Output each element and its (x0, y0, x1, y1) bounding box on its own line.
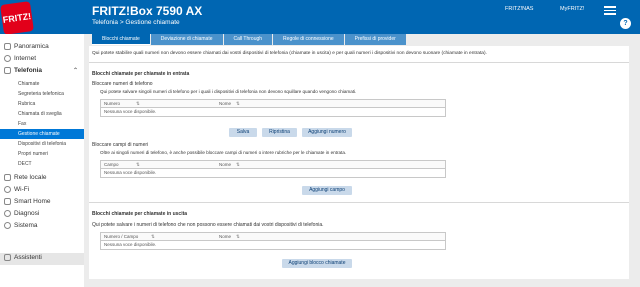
sort-icon[interactable]: ⇅ (151, 234, 155, 240)
sidebar-item-label: Panoramica (14, 43, 49, 50)
sidebar-item-wifi[interactable]: Wi-Fi (0, 185, 84, 195)
tab-bar: Blocchi chiamate Deviazione di chiamate … (92, 34, 407, 45)
outgoing-desc: Qui potete salvare i numeri di telefono … (92, 222, 324, 228)
column-header-campo[interactable]: Campo (104, 162, 119, 167)
wifi-icon (4, 186, 11, 193)
sidebar-item-label: Telefonia (14, 67, 43, 74)
sort-icon[interactable]: ⇅ (236, 101, 240, 107)
column-header-nome[interactable]: Nome (219, 162, 231, 167)
add-call-block-button[interactable]: Aggiungi blocco chiamate (282, 259, 352, 268)
column-header-nome[interactable]: Nome (219, 234, 231, 239)
phone-block-desc: Qui potete salvare singoli numeri di tel… (100, 89, 357, 94)
top-bar: FRITZ! FRITZ!Box 7590 AX FRITZ!NAS MyFRI… (0, 0, 640, 35)
globe-icon (4, 55, 11, 62)
wizard-icon (4, 254, 11, 261)
tab-call-through[interactable]: Call Through (223, 34, 273, 45)
sidebar-item-label: Smart Home (14, 198, 51, 205)
phone-block-subtitle: Bloccare numeri di telefono (92, 81, 153, 87)
tab-provider-prefixes[interactable]: Prefissi di provider (344, 34, 406, 45)
main-content: Qui potete stabilire quali numeri non de… (89, 46, 629, 279)
network-icon (4, 174, 11, 181)
sort-icon[interactable]: ⇅ (136, 101, 140, 107)
fritz-logo[interactable]: FRITZ! (0, 1, 34, 35)
sidebar-sub-sveglia[interactable]: Chiamata di sveglia (0, 109, 84, 119)
product-title: FRITZ!Box 7590 AX (92, 4, 203, 18)
sidebar-item-internet[interactable]: Internet (0, 54, 84, 64)
tab-call-forwarding[interactable]: Deviazione di chiamate (150, 34, 223, 45)
chevron-up-icon: ⌃ (73, 68, 79, 74)
column-header-numero[interactable]: Numero (104, 101, 120, 106)
sidebar-sub-chiamate[interactable]: Chiamate (0, 79, 84, 89)
sidebar-item-panoramica[interactable]: Panoramica (0, 42, 84, 52)
sidebar-sub-dect[interactable]: DECT (0, 159, 84, 169)
add-number-button[interactable]: Aggiungi numero (302, 128, 352, 137)
table-empty-row: Nessuna voce disponibile. (104, 109, 157, 114)
intro-text: Qui potete stabilire quali numeri non de… (92, 51, 487, 56)
sidebar-item-label: Internet (14, 55, 37, 62)
sidebar-item-diagnosi[interactable]: Diagnosi (0, 209, 84, 219)
sidebar-item-assistenti[interactable]: Assistenti (0, 253, 84, 265)
sidebar-item-label: Wi-Fi (14, 186, 30, 193)
phone-icon (4, 67, 11, 74)
divider (89, 62, 629, 63)
tab-dialing-rules[interactable]: Regole di connessione (273, 34, 344, 45)
outgoing-table: Numero / Campo ⇅ Nome ⇅ Nessuna voce dis… (100, 232, 446, 250)
sort-icon[interactable]: ⇅ (136, 162, 140, 168)
outgoing-section-title: Blocchi chiamate per chiamate in uscita (92, 211, 188, 217)
help-icon[interactable]: ? (620, 18, 631, 29)
table-header: Numero ⇅ Nome ⇅ (101, 100, 445, 108)
phone-block-table: Numero ⇅ Nome ⇅ Nessuna voce disponibile… (100, 99, 446, 117)
menu-icon[interactable] (604, 4, 616, 15)
sidebar-item-label: Rete locale (14, 174, 47, 181)
sidebar-sub-segreteria[interactable]: Segreteria telefonica (0, 89, 84, 99)
table-header: Campo ⇅ Nome ⇅ (101, 161, 445, 169)
smart-home-icon (4, 198, 11, 205)
myfritz-link[interactable]: MyFRITZ! (560, 6, 584, 12)
sidebar-sub-gestione-chiamate[interactable]: Gestione chiamate (0, 129, 84, 139)
sidebar-sub-dispositivi[interactable]: Dispositivi di telefonia (0, 139, 84, 149)
divider (89, 202, 629, 203)
sidebar-item-sistema[interactable]: Sistema (0, 221, 84, 231)
column-header-numero-campo[interactable]: Numero / Campo (104, 234, 138, 239)
field-block-table: Campo ⇅ Nome ⇅ Nessuna voce disponibile. (100, 160, 446, 178)
field-block-desc: Oltre ai singoli numeri di telefono, è a… (100, 150, 347, 155)
incoming-section-title: Blocchi chiamate per chiamate in entrata (92, 71, 190, 77)
tab-call-blocks[interactable]: Blocchi chiamate (92, 34, 150, 45)
add-field-button[interactable]: Aggiungi campo (302, 186, 352, 195)
field-block-subtitle: Bloccare campi di numeri (92, 142, 149, 148)
sort-icon[interactable]: ⇅ (236, 234, 240, 240)
save-button[interactable]: Salva (229, 128, 257, 137)
breadcrumb: Telefonia > Gestione chiamate (92, 19, 180, 26)
sidebar-item-rete-locale[interactable]: Rete locale (0, 173, 84, 183)
table-empty-row: Nessuna voce disponibile. (104, 170, 157, 175)
column-header-nome[interactable]: Nome (219, 101, 231, 106)
sidebar-item-label: Sistema (14, 222, 38, 229)
table-header: Numero / Campo ⇅ Nome ⇅ (101, 233, 445, 241)
home-icon (4, 43, 11, 50)
sidebar-sub-propri-numeri[interactable]: Propri numeri (0, 149, 84, 159)
sidebar-item-telefonia[interactable]: Telefonia ⌃ (0, 66, 84, 76)
sidebar-sub-fax[interactable]: Fax (0, 119, 84, 129)
sidebar-sub-rubrica[interactable]: Rubrica (0, 99, 84, 109)
sidebar-item-smart-home[interactable]: Smart Home (0, 197, 84, 207)
sidebar: Panoramica Internet Telefonia ⌃ Chiamate… (0, 34, 84, 287)
diagnosis-icon (4, 210, 11, 217)
system-icon (4, 222, 11, 229)
sort-icon[interactable]: ⇅ (236, 162, 240, 168)
table-empty-row: Nessuna voce disponibile. (104, 242, 157, 247)
reset-button[interactable]: Ripristina (262, 128, 297, 137)
fritz-nas-link[interactable]: FRITZ!NAS (505, 6, 533, 12)
sidebar-item-label: Diagnosi (14, 210, 40, 217)
sidebar-item-label: Assistenti (14, 254, 42, 261)
